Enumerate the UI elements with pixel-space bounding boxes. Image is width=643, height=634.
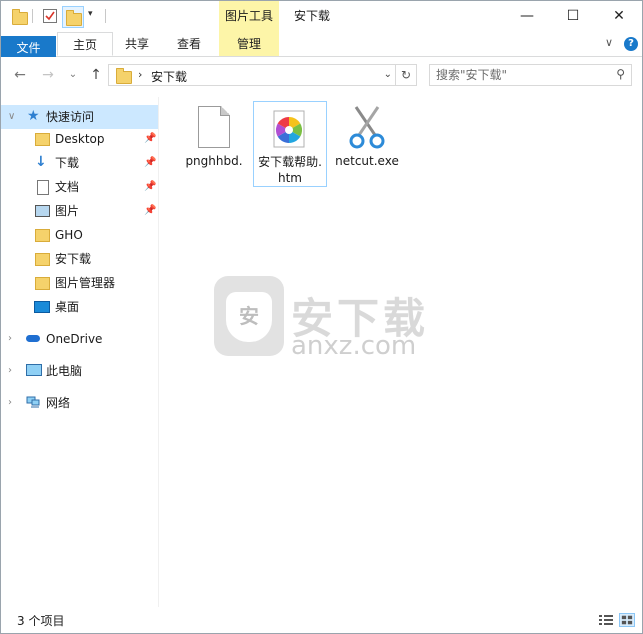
tab-view[interactable]: 查看 (166, 32, 212, 56)
search-input[interactable] (436, 67, 606, 83)
status-bar: 3 个项目 (1, 607, 642, 633)
search-box[interactable]: ⚲ (429, 64, 632, 86)
picture-icon (35, 205, 50, 217)
sidebar-item-picture-manager[interactable]: 图片管理器 (1, 271, 158, 295)
pin-icon[interactable]: 📌 (144, 127, 156, 151)
sidebar-item-documents[interactable]: 文档 📌 (1, 175, 158, 199)
network-icon (26, 396, 40, 408)
sidebar-item-pictures[interactable]: 图片 📌 (1, 199, 158, 223)
file-name: netcut.exe (335, 154, 399, 168)
large-icons-view-icon[interactable] (619, 613, 635, 627)
file-item[interactable]: pnghhbd. (177, 101, 251, 179)
ribbon-tabs: 文件 主页 共享 查看 管理 ∨ ? (1, 32, 642, 60)
sidebar-item-desktop[interactable]: Desktop 📌 (1, 127, 158, 151)
up-arrow-icon[interactable]: ↑ (87, 66, 105, 84)
recent-locations-chevron-icon[interactable]: ⌄ (64, 66, 82, 84)
sidebar-item-label: 网络 (46, 396, 71, 410)
blank-file-icon (198, 106, 230, 148)
title-bar: ▾ 图片工具 安下载 — ☐ ✕ (1, 1, 642, 32)
sidebar-item-label: 文档 (55, 180, 80, 194)
cloud-icon (26, 335, 40, 342)
sidebar-item-quick-access[interactable]: ∨ ★ 快速访问 (1, 105, 158, 129)
sidebar-item-label: GHO (55, 228, 83, 242)
folder-icon (116, 68, 132, 84)
sidebar-item-label: 图片管理器 (55, 276, 116, 290)
sidebar-item-label: 快速访问 (46, 110, 95, 124)
desktop-icon (34, 301, 50, 313)
refresh-icon[interactable]: ↻ (395, 65, 416, 85)
watermark-url: anxz.com (291, 331, 417, 361)
new-folder-quick-button[interactable] (62, 6, 84, 28)
contextual-tab-header: 图片工具 (219, 1, 279, 32)
sidebar-item-gho[interactable]: GHO (1, 223, 158, 247)
tab-manage[interactable]: 管理 (219, 32, 279, 56)
address-row: ← → ⌄ ↑ › 安下载 ⌄ ↻ ⚲ (1, 57, 642, 93)
forward-arrow-icon[interactable]: → (39, 66, 57, 84)
color-pinwheel-icon (273, 110, 305, 148)
breadcrumb-current[interactable]: 安下载 (151, 68, 187, 85)
tab-share[interactable]: 共享 (114, 32, 160, 56)
computer-icon (26, 364, 42, 376)
divider (32, 9, 33, 23)
sidebar-item-label: 安下载 (55, 252, 92, 266)
divider (105, 9, 106, 23)
tab-home[interactable]: 主页 (57, 32, 113, 56)
sidebar-item-desktop-cn[interactable]: 桌面 (1, 295, 158, 319)
close-button[interactable]: ✕ (596, 1, 642, 32)
star-icon: ★ (27, 108, 40, 124)
item-count: 3 个项目 (17, 614, 65, 628)
watermark-badge: 安 (214, 276, 284, 356)
address-bar[interactable]: › 安下载 ⌄ ↻ (108, 64, 417, 86)
window-title: 安下载 (294, 9, 331, 23)
details-view-icon[interactable] (598, 613, 614, 627)
minimize-button[interactable]: — (504, 1, 550, 32)
file-item[interactable]: netcut.exe (330, 101, 404, 179)
expand-chevron-icon[interactable]: › (8, 391, 12, 415)
maximize-button[interactable]: ☐ (550, 1, 596, 32)
pin-icon[interactable]: 📌 (144, 151, 156, 175)
watermark-badge-char: 安 (226, 292, 272, 342)
pin-icon[interactable]: 📌 (144, 175, 156, 199)
expand-chevron-icon[interactable]: ∨ (8, 105, 15, 129)
folder-icon (35, 133, 50, 146)
folder-icon (12, 9, 28, 25)
sidebar-item-label: 此电脑 (46, 364, 83, 378)
address-history-chevron-icon[interactable]: ⌄ (384, 69, 392, 80)
folder-icon (35, 277, 50, 290)
properties-icon[interactable] (43, 9, 57, 23)
sidebar-item-anxz[interactable]: 安下载 (1, 247, 158, 271)
navigation-pane: ∨ ★ 快速访问 Desktop 📌 ↓ 下载 📌 文档 📌 图片 📌 GHO (1, 97, 158, 607)
folder-icon (35, 253, 50, 266)
ribbon-expand-icon[interactable]: ∨ (605, 36, 613, 49)
expand-chevron-icon[interactable]: › (8, 359, 12, 383)
expand-chevron-icon[interactable]: › (8, 327, 12, 351)
sidebar-item-label: OneDrive (46, 332, 103, 346)
breadcrumb-chevron-icon[interactable]: › (138, 68, 142, 81)
pin-icon[interactable]: 📌 (144, 199, 156, 223)
file-item-selected[interactable]: 安下载帮助.htm (253, 101, 327, 187)
download-arrow-icon: ↓ (35, 154, 47, 170)
sidebar-item-label: Desktop (55, 132, 105, 146)
sidebar-item-label: 图片 (55, 204, 80, 218)
file-name: pnghhbd. (185, 154, 243, 168)
sidebar-item-onedrive[interactable]: › OneDrive (1, 327, 158, 351)
help-icon[interactable]: ? (624, 37, 638, 51)
sidebar-item-label: 下载 (55, 156, 80, 170)
back-arrow-icon[interactable]: ← (11, 66, 29, 84)
folder-icon (35, 229, 50, 242)
sidebar-item-network[interactable]: › 网络 (1, 391, 158, 415)
sidebar-item-downloads[interactable]: ↓ 下载 📌 (1, 151, 158, 175)
explorer-window: ▾ 图片工具 安下载 — ☐ ✕ 文件 主页 共享 查看 管理 ∨ ? ← → … (0, 0, 643, 634)
sidebar-item-this-pc[interactable]: › 此电脑 (1, 359, 158, 383)
file-name: 安下载帮助.htm (258, 155, 322, 185)
document-icon (37, 180, 49, 195)
new-folder-icon (66, 10, 82, 26)
scissors-icon (349, 106, 385, 149)
sidebar-item-label: 桌面 (55, 300, 80, 314)
search-icon: ⚲ (616, 67, 625, 81)
customize-quick-access-icon[interactable]: ▾ (88, 9, 93, 19)
